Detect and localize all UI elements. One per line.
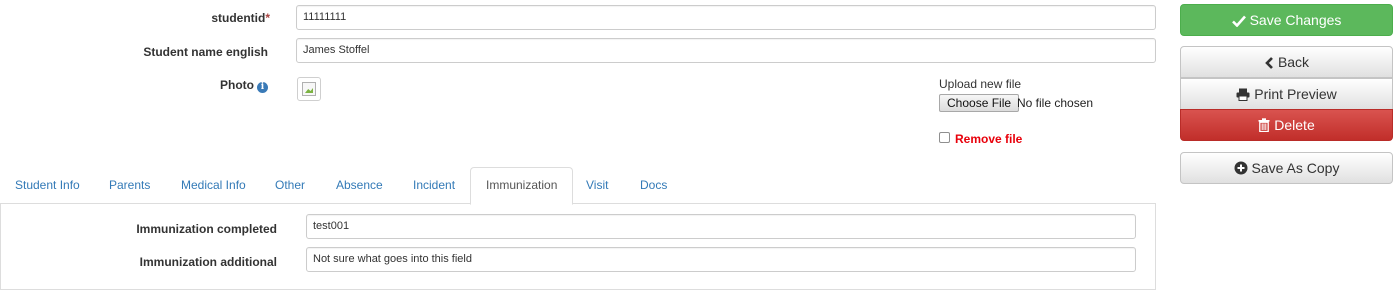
photo-label-text: Photo xyxy=(220,78,254,92)
photo-thumbnail xyxy=(297,77,321,101)
plus-circle-icon xyxy=(1234,161,1248,175)
immunization-completed-input[interactable]: test001 xyxy=(306,214,1136,239)
studentid-value: 11111111 xyxy=(303,11,347,23)
immunization-additional-value: Not sure what goes into this field xyxy=(313,253,472,265)
immunization-additional-label: Immunization additional xyxy=(139,255,277,269)
delete-label: Delete xyxy=(1274,117,1315,133)
choose-file-button[interactable]: Choose File xyxy=(939,94,1020,112)
remove-file-label[interactable]: Remove file xyxy=(955,132,1022,146)
save-changes-label: Save Changes xyxy=(1249,12,1342,28)
tab-incident[interactable]: Incident xyxy=(398,167,470,204)
immunization-completed-value: test001 xyxy=(313,220,350,232)
print-icon xyxy=(1236,88,1250,101)
tab-medical-info[interactable]: Medical Info xyxy=(166,167,261,204)
save-as-copy-button[interactable]: Save As Copy xyxy=(1180,152,1393,184)
student-name-english-label: Student name english xyxy=(143,45,268,59)
save-as-copy-label: Save As Copy xyxy=(1251,160,1340,176)
student-name-english-value: James Stoffel xyxy=(303,44,370,56)
photo-label: Photo i xyxy=(150,77,268,93)
print-preview-label: Print Preview xyxy=(1254,86,1337,102)
check-icon xyxy=(1231,15,1246,28)
studentid-input[interactable]: 11111111 xyxy=(296,5,1156,30)
tab-student-info[interactable]: Student Info xyxy=(0,167,95,204)
student-name-english-input[interactable]: James Stoffel xyxy=(296,38,1156,63)
delete-button[interactable]: Delete xyxy=(1180,109,1393,141)
save-changes-button[interactable]: Save Changes xyxy=(1180,4,1393,36)
tab-other[interactable]: Other xyxy=(260,167,320,204)
immunization-completed-label: Immunization completed xyxy=(136,222,277,236)
chevron-left-icon xyxy=(1265,57,1273,69)
immunization-additional-input[interactable]: Not sure what goes into this field xyxy=(306,247,1136,272)
tab-immunization[interactable]: Immunization xyxy=(470,167,574,205)
required-mark: * xyxy=(265,11,270,25)
tab-visit[interactable]: Visit xyxy=(571,167,623,204)
upload-new-file-label: Upload new file xyxy=(939,77,1022,91)
tab-parents[interactable]: Parents xyxy=(94,167,165,204)
remove-file-checkbox[interactable] xyxy=(939,132,950,143)
print-preview-button[interactable]: Print Preview xyxy=(1180,78,1393,110)
studentid-label-text: studentid xyxy=(211,11,266,25)
no-file-chosen-text: No file chosen xyxy=(1017,96,1094,110)
tab-absence[interactable]: Absence xyxy=(321,167,398,204)
tab-docs[interactable]: Docs xyxy=(625,167,682,204)
info-circle-icon[interactable]: i xyxy=(257,82,268,93)
tab-bar: Student Info Parents Medical Info Other … xyxy=(0,167,1156,205)
studentid-label: studentid* xyxy=(120,10,270,26)
back-label: Back xyxy=(1277,54,1310,70)
trash-icon xyxy=(1258,118,1270,133)
back-button[interactable]: Back xyxy=(1180,46,1393,78)
broken-image-icon xyxy=(302,82,316,96)
